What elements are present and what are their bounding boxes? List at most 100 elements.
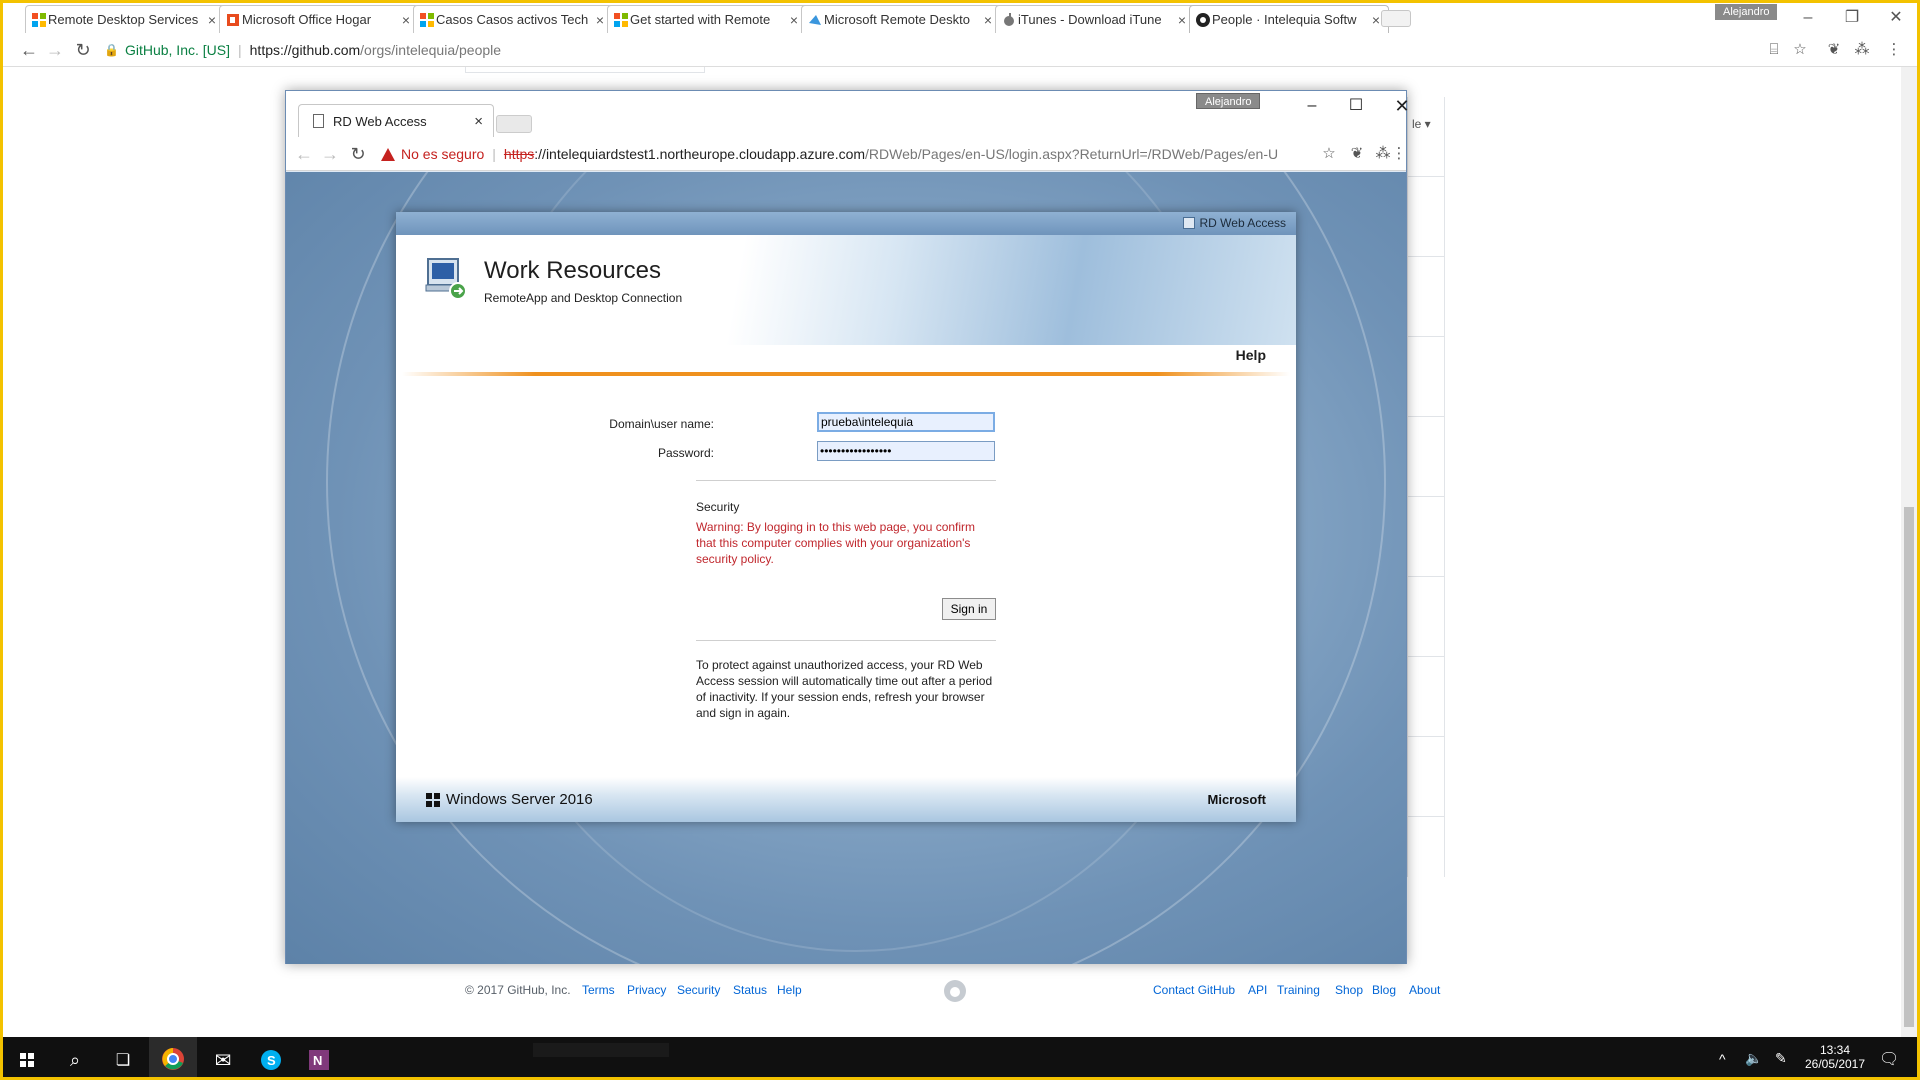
tab-close-icon[interactable]: × (208, 12, 216, 28)
minimize-icon[interactable]: – (1785, 5, 1831, 31)
clock[interactable]: 13:34 26/05/2017 (1803, 1043, 1867, 1071)
tab-close-icon[interactable]: × (1372, 12, 1380, 28)
gh-link-terms[interactable]: Terms (582, 983, 615, 997)
gh-link-about[interactable]: About (1409, 983, 1440, 997)
onenote-icon[interactable]: N (295, 1037, 343, 1077)
tab-microsoft-remote-desktop[interactable]: Microsoft Remote Deskto × (801, 5, 1001, 33)
security-heading: Security (696, 500, 740, 514)
password-input[interactable] (817, 441, 995, 461)
inner-toolbar: ← → ↻ No es seguro | https://intelequiar… (286, 137, 1407, 171)
tab-close-icon[interactable]: × (474, 113, 483, 130)
remote-desktop-icon (424, 255, 470, 301)
octocat-icon[interactable] (943, 979, 967, 1003)
evernote-icon[interactable]: ❦ (1346, 143, 1368, 165)
tab-rd-web-access[interactable]: RD Web Access × (298, 104, 494, 137)
gh-row (1408, 417, 1444, 497)
gh-link-api[interactable]: API (1248, 983, 1267, 997)
tab-close-icon[interactable]: × (596, 12, 604, 28)
warning-icon (381, 147, 395, 161)
tab-close-icon[interactable]: × (402, 12, 410, 28)
notifications-icon[interactable]: 🗨 (1879, 1049, 1899, 1069)
security-warning: Warning: By logging in to this web page,… (696, 520, 976, 566)
gh-row (1408, 337, 1444, 417)
forward-icon[interactable]: → (318, 143, 342, 165)
skype-icon[interactable]: S (247, 1037, 295, 1077)
gh-copyright: © 2017 GitHub, Inc. (465, 983, 571, 997)
bookmark-star-icon[interactable]: ☆ (1318, 143, 1340, 165)
reload-icon[interactable]: ↻ (346, 143, 370, 165)
menu-icon[interactable]: ⋮ (1388, 143, 1410, 165)
extension-icon[interactable]: ⁂ (1851, 39, 1873, 61)
gh-link-security[interactable]: Security (677, 983, 720, 997)
address-bar[interactable]: 🔒 GitHub, Inc. [US] | https://github.com… (103, 37, 1783, 63)
back-icon[interactable]: ← (292, 143, 316, 165)
gh-link-status[interactable]: Status (733, 983, 767, 997)
form-divider (696, 480, 996, 481)
menu-icon[interactable]: ⋮ (1883, 39, 1905, 61)
translate-icon[interactable]: ⌸ (1763, 39, 1785, 61)
screen: Remote Desktop Services × Microsoft Offi… (0, 0, 1920, 1080)
tab-itunes[interactable]: iTunes - Download iTune × (995, 5, 1195, 33)
username-input[interactable] (817, 412, 995, 432)
evernote-icon[interactable]: ❦ (1823, 39, 1845, 61)
scrollbar-thumb[interactable] (1904, 507, 1914, 1027)
tab-close-icon[interactable]: × (1178, 12, 1186, 28)
security-org: GitHub, Inc. [US] (124, 42, 230, 58)
tab-close-icon[interactable]: × (790, 12, 798, 28)
url-host: https://github.com (249, 42, 361, 58)
sign-in-button[interactable]: Sign in (942, 598, 996, 620)
gh-row (1408, 657, 1444, 737)
volume-icon[interactable]: 🔈 (1745, 1050, 1762, 1067)
lock-icon: 🔒 (104, 43, 119, 57)
page-scrollbar[interactable] (1901, 67, 1917, 1037)
close-window-icon[interactable]: ✕ (1382, 95, 1422, 117)
svg-text:N: N (313, 1053, 322, 1068)
gh-link-contact[interactable]: Contact GitHub (1153, 983, 1235, 997)
profile-badge[interactable]: Alejandro (1715, 4, 1778, 20)
gh-input-fragment (465, 67, 705, 73)
help-link[interactable]: Help (1236, 347, 1266, 363)
tab-get-started-remote[interactable]: Get started with Remote × (607, 5, 807, 33)
back-icon[interactable]: ← (17, 39, 41, 61)
maximize-icon[interactable]: ☐ (1336, 95, 1376, 117)
start-button[interactable] (3, 1037, 51, 1077)
windows-logo-icon (426, 792, 440, 807)
new-tab-button[interactable] (496, 115, 532, 133)
task-view-icon[interactable]: ❏ (99, 1037, 147, 1077)
gh-row (1408, 577, 1444, 657)
mail-icon[interactable]: ✉ (199, 1037, 247, 1077)
gh-link-privacy[interactable]: Privacy (627, 983, 666, 997)
gh-link-shop[interactable]: Shop (1335, 983, 1363, 997)
url-scheme: https (503, 146, 535, 162)
gh-link-blog[interactable]: Blog (1372, 983, 1396, 997)
tab-microsoft-office[interactable]: Microsoft Office Hogar × (219, 5, 419, 33)
inner-tab-strip: RD Web Access × Alejandro – ☐ ✕ (286, 91, 1410, 137)
restore-icon[interactable]: ❐ (1829, 5, 1875, 31)
reload-icon[interactable]: ↻ (71, 39, 95, 61)
gh-link-training[interactable]: Training (1277, 983, 1320, 997)
new-tab-button[interactable] (1381, 10, 1411, 27)
gh-row (1408, 177, 1444, 257)
tab-title: Get started with Remote (630, 12, 771, 27)
bookmark-star-icon[interactable]: ☆ (1789, 39, 1811, 61)
ms-squares-icon (614, 13, 628, 27)
close-window-icon[interactable]: ✕ (1873, 5, 1917, 31)
gh-row (1408, 257, 1444, 337)
forward-icon[interactable]: → (43, 39, 67, 61)
url-host: ://intelequiardstest1.northeurope.clouda… (534, 146, 866, 162)
search-icon[interactable]: ⌕ (51, 1037, 99, 1077)
tab-remote-desktop-services[interactable]: Remote Desktop Services × (25, 5, 225, 33)
chrome-taskbar-icon[interactable] (149, 1037, 197, 1077)
tray-overflow-icon[interactable]: ^ (1719, 1051, 1726, 1067)
tab-close-icon[interactable]: × (984, 12, 992, 28)
product-name: Windows Server 2016 (446, 791, 593, 808)
tab-casos-activos[interactable]: Casos Casos activos Tech × (413, 5, 613, 33)
profile-badge[interactable]: Alejandro (1196, 93, 1261, 109)
address-bar[interactable]: No es seguro | https://intelequiardstest… (381, 141, 1311, 167)
taskbar-preview-strip (533, 1043, 669, 1057)
tab-github-people[interactable]: People · Intelequia Softw × (1189, 5, 1389, 33)
microsoft-brand: Microsoft (1207, 792, 1267, 807)
minimize-icon[interactable]: – (1292, 95, 1332, 117)
pen-icon[interactable]: ✎ (1775, 1050, 1787, 1067)
gh-link-help[interactable]: Help (777, 983, 802, 997)
